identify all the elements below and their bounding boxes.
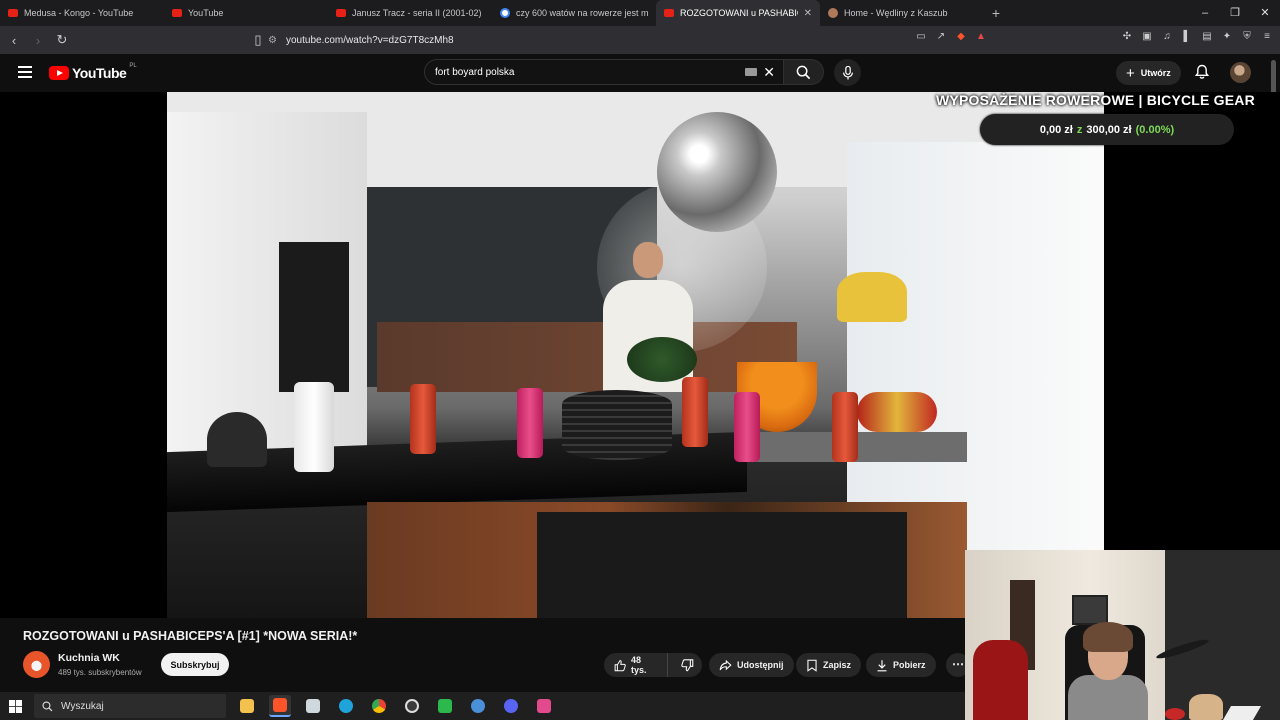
bookmark-icon[interactable]: ▯: [248, 32, 268, 48]
new-tab-button[interactable]: +: [984, 5, 1008, 21]
hamburger-menu-icon[interactable]: [18, 66, 32, 78]
extensions-icon[interactable]: ✣: [1120, 30, 1134, 44]
voice-search-button[interactable]: [834, 59, 861, 86]
url-field[interactable]: ⚙ youtube.com/watch?v=dzG7T8czMh8: [268, 30, 992, 50]
youtube-play-icon: [49, 66, 69, 80]
keyboard-icon[interactable]: [745, 68, 757, 76]
search-button[interactable]: [784, 59, 824, 85]
sidebar-icon[interactable]: ▌: [1180, 30, 1194, 44]
youtube-masthead: YouTube PL fort boyard polska ✕ + Utwórz: [0, 54, 1280, 92]
extension-toolbar: ▭ ↗ ◆ ▲ ✣ ▣ ♫ ▌ ▤ ✦ ⛨ ≡: [914, 30, 1274, 44]
create-button[interactable]: + Utwórz: [1116, 61, 1181, 85]
video-details: ROZGOTOWANI u PASHABICEPS'A [#1] *NOWA S…: [0, 618, 970, 692]
notifications-bell-icon[interactable]: [1194, 64, 1210, 80]
download-icon: [877, 659, 887, 671]
share-arrow-icon: [719, 659, 732, 670]
browser-tab[interactable]: czy 600 watów na rowerze jest możli: [492, 0, 656, 26]
clear-search-icon[interactable]: ✕: [763, 64, 775, 81]
wallet-icon[interactable]: ▤: [1200, 30, 1214, 44]
video-player[interactable]: WYPOSAŻENIE ROWEROWE | BICYCLE GEAR 0,00…: [0, 92, 1280, 618]
video-title: ROZGOTOWANI u PASHABICEPS'A [#1] *NOWA S…: [23, 629, 358, 643]
search-query: fort boyard polska: [435, 66, 515, 78]
snipping-icon[interactable]: [533, 695, 555, 717]
window-controls: – ❐ ✕: [1190, 0, 1280, 26]
donation-goal-bar: 0,00 zł z 300,00 zł (0.00%): [980, 114, 1234, 145]
close-tab-icon[interactable]: ✕: [804, 8, 812, 19]
share-icon[interactable]: ↗: [934, 30, 948, 44]
browser-tab[interactable]: Home - Wędliny z Kaszub: [820, 0, 984, 26]
video-frame: [167, 92, 1104, 618]
chrome-icon[interactable]: [368, 695, 390, 717]
screen-capture-icon[interactable]: ▭: [914, 30, 928, 44]
windows-logo-icon: [8, 699, 22, 713]
vpn-icon[interactable]: ⛨: [1240, 30, 1254, 44]
brave-icon[interactable]: [269, 695, 291, 717]
save-button[interactable]: Zapisz: [796, 653, 862, 677]
like-dislike-group: 48 tys.: [604, 653, 702, 677]
file-explorer-icon[interactable]: [236, 695, 258, 717]
maximize-button[interactable]: ❐: [1220, 0, 1250, 26]
browser-tab[interactable]: Janusz Tracz - seria II (2001-02) cz. 2!: [328, 0, 492, 26]
address-bar: ‹ › ↻ ▯ ⚙ youtube.com/watch?v=dzG7T8czMh…: [0, 26, 1280, 54]
close-window-button[interactable]: ✕: [1250, 0, 1280, 26]
reload-icon[interactable]: ↻: [52, 32, 72, 48]
google-icon: [500, 8, 510, 18]
windows-start-button[interactable]: [0, 699, 30, 713]
donation-goal-title: WYPOSAŻENIE ROWEROWE | BICYCLE GEAR: [936, 92, 1255, 108]
taskbar-search[interactable]: Wyszukaj: [34, 694, 226, 718]
forward-icon[interactable]: ›: [28, 33, 48, 48]
youtube-icon: [172, 9, 182, 17]
brave-rewards-icon[interactable]: ▲: [974, 30, 988, 44]
site-icon: [828, 8, 838, 18]
save-bookmark-icon: [807, 659, 817, 672]
browser-tab[interactable]: YouTube: [164, 0, 328, 26]
site-info-icon[interactable]: ⚙: [268, 35, 286, 46]
search-input[interactable]: fort boyard polska ✕: [424, 59, 784, 85]
steam-icon[interactable]: [467, 695, 489, 717]
share-button[interactable]: Udostępnij: [709, 653, 794, 677]
brave-shields-icon[interactable]: ◆: [954, 30, 968, 44]
youtube-icon: [8, 9, 18, 17]
dislike-button[interactable]: [673, 653, 702, 677]
browser-tab-active[interactable]: ROZGOTOWANI u PASHABICE ✕: [656, 0, 820, 26]
leo-icon[interactable]: ✦: [1220, 30, 1234, 44]
minimize-button[interactable]: –: [1190, 0, 1220, 26]
download-button[interactable]: Pobierz: [866, 653, 936, 677]
channel-avatar[interactable]: [23, 651, 50, 678]
back-icon[interactable]: ‹: [4, 33, 24, 48]
obs-icon[interactable]: [401, 695, 423, 717]
like-button[interactable]: 48 tys.: [604, 653, 668, 677]
discord-icon[interactable]: [500, 695, 522, 717]
generic-app-icon[interactable]: [302, 695, 324, 717]
plus-icon: +: [1126, 64, 1135, 82]
toolbar-spacer: [994, 30, 1114, 44]
thumbs-up-icon: [614, 659, 626, 671]
subscriber-count: 489 tys. subskrybentów: [58, 668, 142, 677]
search-icon: [42, 700, 53, 711]
taskbar-apps: [236, 695, 555, 717]
browser-tab-strip: Medusa - Kongo - YouTube YouTube Janusz …: [0, 0, 1280, 26]
winamp-icon[interactable]: [434, 695, 456, 717]
edge-icon[interactable]: [335, 695, 357, 717]
url-text: youtube.com/watch?v=dzG7T8czMh8: [286, 34, 454, 46]
reader-icon[interactable]: ▣: [1140, 30, 1154, 44]
subscribe-button[interactable]: Subskrybuj: [161, 653, 229, 676]
youtube-icon: [336, 9, 346, 17]
webcam-overlay: [965, 550, 1280, 720]
account-avatar[interactable]: [1230, 62, 1251, 83]
browser-tab[interactable]: Medusa - Kongo - YouTube: [0, 0, 164, 26]
youtube-logo[interactable]: YouTube PL: [49, 63, 137, 81]
channel-name[interactable]: Kuchnia WK: [58, 652, 120, 664]
youtube-icon: [664, 9, 674, 17]
browser-menu-icon[interactable]: ≡: [1260, 30, 1274, 44]
microphone-icon: [842, 65, 853, 80]
thumbs-down-icon: [681, 658, 694, 671]
media-icon[interactable]: ♫: [1160, 30, 1174, 44]
search-icon: [796, 65, 811, 79]
